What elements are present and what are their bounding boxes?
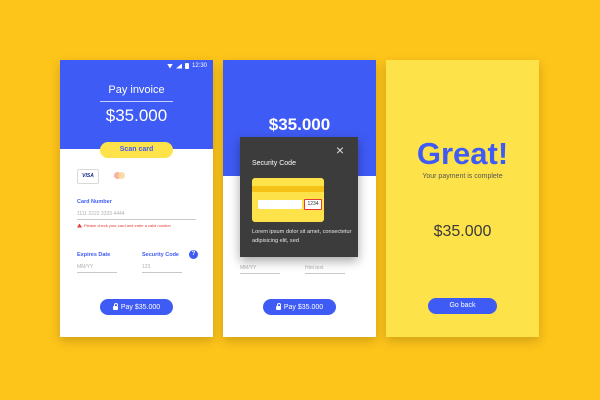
expires-date-label: Expires Date: [77, 252, 111, 258]
page-title: Pay invoice: [108, 84, 165, 96]
magnetic-strip: [252, 186, 324, 192]
lock-icon: [112, 303, 118, 310]
status-bar: 12:30: [166, 63, 207, 69]
mastercard-option[interactable]: [110, 169, 130, 182]
cvv-highlight: 1234: [304, 199, 322, 210]
pay-button-label: Pay $35.000: [283, 303, 324, 311]
visa-card-option[interactable]: VISA: [77, 169, 99, 184]
warning-icon: [77, 223, 82, 228]
lock-icon: [275, 303, 281, 310]
invoice-amount: $35.000: [105, 106, 168, 125]
hint-text-field[interactable]: Hint text: [305, 265, 345, 274]
security-code-dialog: × Security Code 1234 Lorem ipsum dolor s…: [240, 137, 358, 257]
error-text: Please check your card and enter a valid…: [84, 223, 171, 228]
expires-date-field[interactable]: MM/YY: [77, 264, 117, 273]
pay-invoice-screen: 12:30 Pay invoice $35.000 Scan card VISA…: [60, 60, 213, 337]
payment-success-screen: Great! Your payment is complete $35.000 …: [386, 60, 539, 337]
signature-panel: [258, 200, 302, 209]
security-code-help-screen: $35.000 MM/YY Hint text Pay $35.000 × Se…: [223, 60, 376, 337]
dialog-description: Lorem ipsum dolor sit amet, consectetur …: [252, 229, 352, 244]
success-headline: Great!: [416, 136, 509, 171]
pay-button[interactable]: Pay $35.000: [100, 299, 173, 315]
paid-amount: $35.000: [433, 223, 492, 240]
close-icon[interactable]: ×: [332, 142, 348, 158]
help-icon[interactable]: ?: [189, 250, 198, 259]
status-time: 12:30: [191, 63, 207, 69]
security-code-label: Security Code: [142, 252, 179, 258]
pay-button[interactable]: Pay $35.000: [263, 299, 336, 315]
battery-icon: [184, 63, 189, 69]
success-subtitle: Your payment is complete: [422, 173, 503, 180]
screen-header: [60, 60, 213, 149]
pay-button-label: Pay $35.000: [120, 303, 161, 311]
card-number-label: Card Number: [77, 199, 112, 205]
go-back-button[interactable]: Go back: [428, 298, 497, 314]
expires-date-field[interactable]: MM/YY: [240, 265, 280, 274]
security-code-field[interactable]: 123: [142, 264, 182, 273]
invoice-amount: $35.000: [268, 115, 331, 134]
signal-icon: [175, 63, 182, 69]
card-number-field[interactable]: 1111 2222 3333 4444: [77, 211, 196, 220]
title-divider: [100, 101, 173, 102]
scan-card-button[interactable]: Scan card: [100, 142, 173, 158]
card-error-message: Please check your card and enter a valid…: [77, 223, 171, 228]
card-back-illustration: 1234: [252, 178, 324, 222]
wifi-icon: [166, 63, 173, 69]
dialog-title: Security Code: [252, 160, 296, 167]
